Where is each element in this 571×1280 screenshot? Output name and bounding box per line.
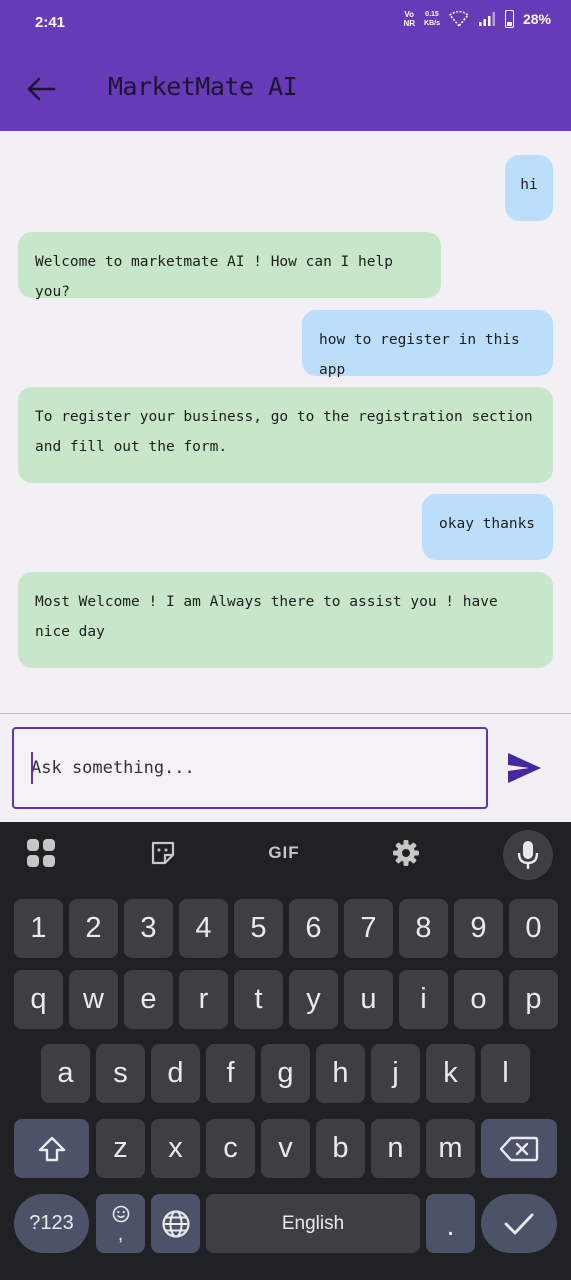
arrow-left-icon[interactable] bbox=[24, 72, 58, 106]
comma-label: , bbox=[117, 1222, 124, 1245]
divider bbox=[0, 713, 571, 714]
gear-icon[interactable] bbox=[388, 822, 424, 884]
emoji-comma-key[interactable]: , bbox=[96, 1194, 145, 1253]
send-icon[interactable] bbox=[505, 750, 543, 786]
key-2[interactable]: 2 bbox=[69, 899, 118, 958]
user-message: how to register in this app bbox=[302, 310, 553, 378]
keyboard: GIF 1 2 3 4 5 6 7 8 9 0 q w e r t y u i … bbox=[0, 822, 571, 1280]
key-p[interactable]: p bbox=[509, 970, 558, 1029]
bot-message: Most Welcome ! I am Always there to assi… bbox=[18, 572, 553, 668]
key-a[interactable]: a bbox=[41, 1044, 90, 1103]
key-i[interactable]: i bbox=[399, 970, 448, 1029]
wifi-icon bbox=[448, 11, 469, 27]
key-o[interactable]: o bbox=[454, 970, 503, 1029]
shift-key[interactable] bbox=[14, 1119, 89, 1178]
key-b[interactable]: b bbox=[316, 1119, 365, 1178]
key-4[interactable]: 4 bbox=[179, 899, 228, 958]
key-6[interactable]: 6 bbox=[289, 899, 338, 958]
key-s[interactable]: s bbox=[96, 1044, 145, 1103]
app-title: MarketMate AI bbox=[108, 72, 298, 101]
network-speed: 0.15 KB/s bbox=[424, 11, 440, 27]
status-bar: 2:41 Vo NR 0.15 KB/s 28% bbox=[0, 0, 571, 48]
space-key[interactable]: English bbox=[206, 1194, 420, 1253]
app-bar: MarketMate AI bbox=[0, 48, 571, 131]
key-x[interactable]: x bbox=[151, 1119, 200, 1178]
key-h[interactable]: h bbox=[316, 1044, 365, 1103]
key-9[interactable]: 9 bbox=[454, 899, 503, 958]
key-j[interactable]: j bbox=[371, 1044, 420, 1103]
gif-button[interactable]: GIF bbox=[262, 822, 306, 884]
globe-icon bbox=[161, 1209, 190, 1238]
enter-key[interactable] bbox=[481, 1194, 557, 1253]
signal-icon bbox=[478, 12, 495, 26]
key-f[interactable]: f bbox=[206, 1044, 255, 1103]
period-key[interactable]: . bbox=[426, 1194, 475, 1253]
vonr-indicator: Vo NR bbox=[403, 10, 416, 28]
backspace-key[interactable] bbox=[481, 1119, 557, 1178]
emoji-icon bbox=[112, 1205, 129, 1222]
key-g[interactable]: g bbox=[261, 1044, 310, 1103]
key-e[interactable]: e bbox=[124, 970, 173, 1029]
key-l[interactable]: l bbox=[481, 1044, 530, 1103]
chat-list[interactable]: hi Welcome to marketmate AI ! How can I … bbox=[0, 131, 571, 713]
key-d[interactable]: d bbox=[151, 1044, 200, 1103]
shift-icon bbox=[38, 1136, 65, 1161]
key-r[interactable]: r bbox=[179, 970, 228, 1029]
key-5[interactable]: 5 bbox=[234, 899, 283, 958]
key-0[interactable]: 0 bbox=[509, 899, 558, 958]
key-u[interactable]: u bbox=[344, 970, 393, 1029]
key-7[interactable]: 7 bbox=[344, 899, 393, 958]
key-c[interactable]: c bbox=[206, 1119, 255, 1178]
key-q[interactable]: q bbox=[14, 970, 63, 1029]
top-bar: 2:41 Vo NR 0.15 KB/s 28% MarketMate AI bbox=[0, 0, 571, 131]
battery-percent: 28% bbox=[522, 11, 551, 27]
globe-key[interactable] bbox=[151, 1194, 200, 1253]
mic-icon[interactable] bbox=[503, 830, 553, 880]
key-z[interactable]: z bbox=[96, 1119, 145, 1178]
bot-message: To register your business, go to the reg… bbox=[18, 387, 553, 483]
backspace-icon bbox=[499, 1136, 539, 1161]
key-t[interactable]: t bbox=[234, 970, 283, 1029]
key-8[interactable]: 8 bbox=[399, 899, 448, 958]
key-1[interactable]: 1 bbox=[14, 899, 63, 958]
key-k[interactable]: k bbox=[426, 1044, 475, 1103]
key-v[interactable]: v bbox=[261, 1119, 310, 1178]
status-icons: Vo NR 0.15 KB/s 28% bbox=[403, 10, 551, 28]
status-time: 2:41 bbox=[35, 14, 66, 31]
key-n[interactable]: n bbox=[371, 1119, 420, 1178]
user-message: hi bbox=[505, 155, 553, 221]
key-w[interactable]: w bbox=[69, 970, 118, 1029]
key-m[interactable]: m bbox=[426, 1119, 475, 1178]
key-3[interactable]: 3 bbox=[124, 899, 173, 958]
user-message: okay thanks bbox=[422, 494, 553, 560]
battery-icon bbox=[504, 10, 514, 28]
sticker-icon[interactable] bbox=[146, 822, 180, 884]
grid-icon[interactable] bbox=[20, 822, 62, 884]
text-caret bbox=[31, 752, 33, 784]
bot-message: Welcome to marketmate AI ! How can I hel… bbox=[18, 232, 441, 300]
message-input-container[interactable] bbox=[12, 727, 488, 809]
symbols-key[interactable]: ?123 bbox=[14, 1194, 89, 1253]
check-icon bbox=[504, 1213, 534, 1234]
key-y[interactable]: y bbox=[289, 970, 338, 1029]
message-input[interactable] bbox=[31, 729, 471, 806]
